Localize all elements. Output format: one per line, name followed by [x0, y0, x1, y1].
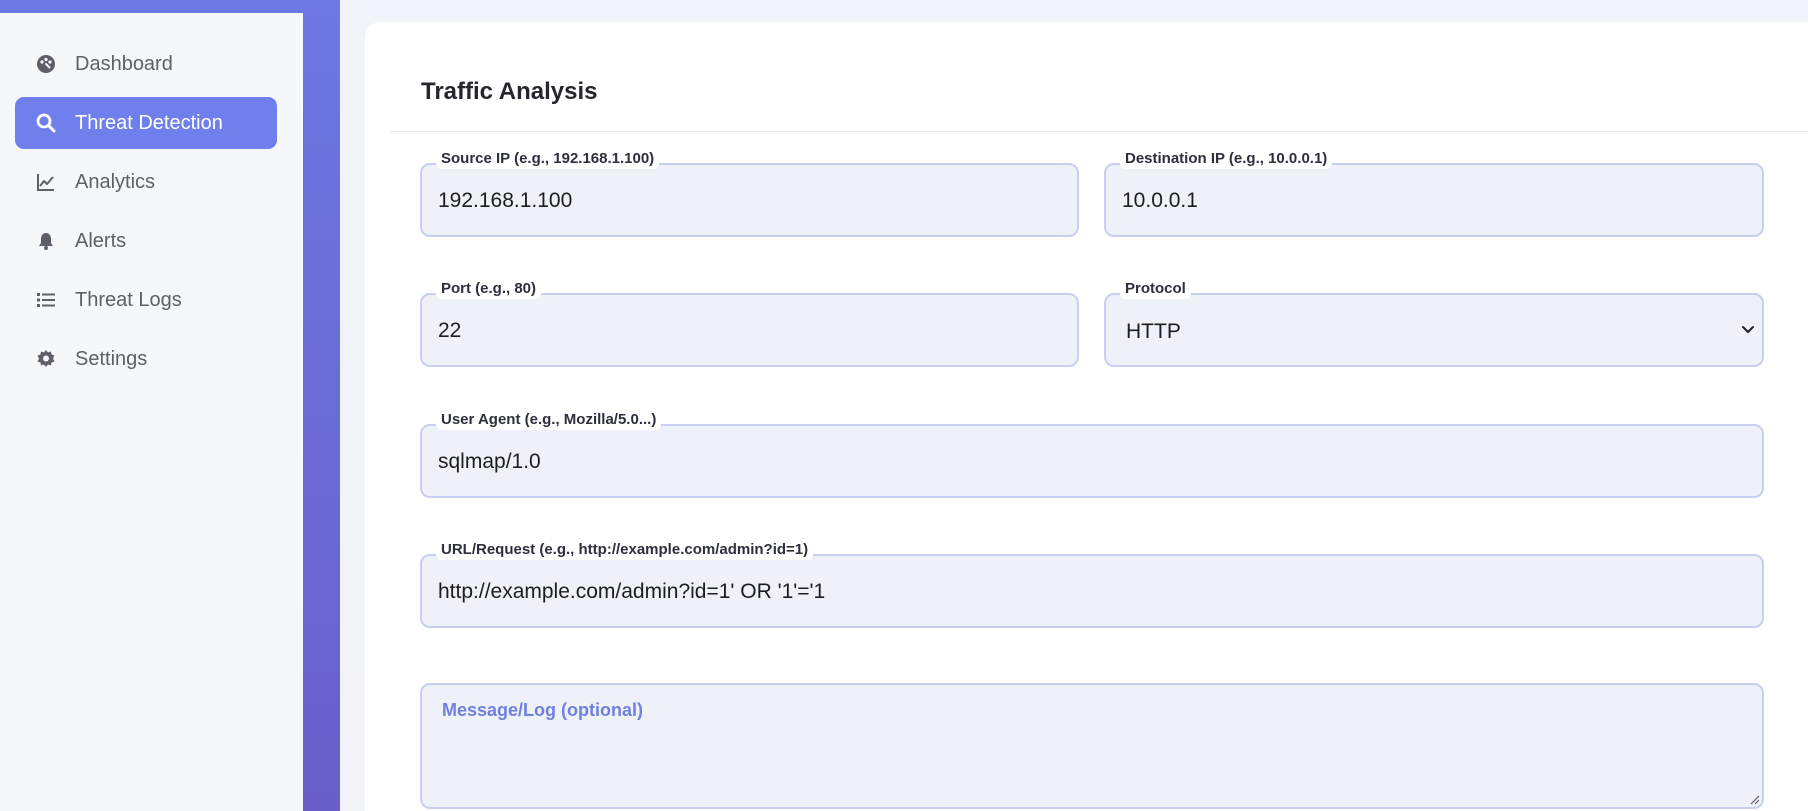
- destination-ip-value: 10.0.0.1: [1122, 189, 1198, 212]
- sidebar-item-label: Settings: [75, 347, 148, 370]
- user-agent-field[interactable]: User Agent (e.g., Mozilla/5.0...) sqlmap…: [420, 410, 1764, 498]
- sidebar-item-label: Threat Detection: [75, 111, 223, 134]
- sidebar-item-label: Threat Logs: [75, 288, 182, 311]
- sidebar: Dashboard Threat Detection Analytics Ale…: [0, 13, 303, 811]
- sidebar-top-bar: [0, 0, 303, 13]
- protocol-select[interactable]: Protocol HTTP: [1104, 279, 1764, 367]
- source-ip-value: 192.168.1.100: [438, 189, 573, 212]
- url-request-label: URL/Request (e.g., http://example.com/ad…: [436, 540, 814, 560]
- protocol-label: Protocol: [1120, 279, 1191, 299]
- sidebar-item-settings[interactable]: Settings: [15, 333, 277, 385]
- sidebar-item-dashboard[interactable]: Dashboard: [15, 38, 277, 90]
- sidebar-item-threat-detection[interactable]: Threat Detection: [15, 97, 277, 149]
- message-log-placeholder: Message/Log (optional): [442, 700, 644, 720]
- sidebar-item-label: Analytics: [75, 170, 156, 193]
- bell-icon: [35, 230, 57, 252]
- source-ip-label: Source IP (e.g., 192.168.1.100): [436, 149, 660, 169]
- port-value: 22: [438, 319, 462, 342]
- sidebar-item-analytics[interactable]: Analytics: [15, 156, 277, 208]
- page-title: Traffic Analysis: [421, 78, 598, 105]
- sidebar-item-label: Alerts: [75, 229, 127, 252]
- sidebar-item-alerts[interactable]: Alerts: [15, 215, 277, 267]
- user-agent-label: User Agent (e.g., Mozilla/5.0...): [436, 410, 662, 430]
- gear-icon: [35, 348, 57, 370]
- source-ip-field[interactable]: Source IP (e.g., 192.168.1.100) 192.168.…: [420, 149, 1079, 237]
- destination-ip-field[interactable]: Destination IP (e.g., 10.0.0.1) 10.0.0.1: [1104, 149, 1764, 237]
- sidebar-item-threat-logs[interactable]: Threat Logs: [15, 274, 277, 326]
- chevron-down-icon: [1742, 326, 1754, 333]
- title-divider: [390, 131, 1808, 132]
- protocol-value: HTTP: [1126, 320, 1181, 343]
- destination-ip-label: Destination IP (e.g., 10.0.0.1): [1120, 149, 1333, 169]
- search-icon: [35, 112, 57, 134]
- sidebar-item-label: Dashboard: [75, 52, 173, 75]
- palette-icon: [35, 53, 57, 75]
- resize-handle-icon[interactable]: [1748, 793, 1760, 805]
- user-agent-value: sqlmap/1.0: [438, 450, 541, 473]
- list-icon: [35, 289, 57, 311]
- port-label: Port (e.g., 80): [436, 279, 542, 299]
- message-log-textarea[interactable]: Message/Log (optional): [420, 683, 1764, 809]
- url-request-value: http://example.com/admin?id=1' OR '1'='1: [438, 580, 826, 603]
- line-chart-icon: [35, 171, 57, 193]
- sidebar-accent-strip: [303, 0, 340, 811]
- port-field[interactable]: Port (e.g., 80) 22: [420, 279, 1079, 367]
- url-request-field[interactable]: URL/Request (e.g., http://example.com/ad…: [420, 540, 1764, 628]
